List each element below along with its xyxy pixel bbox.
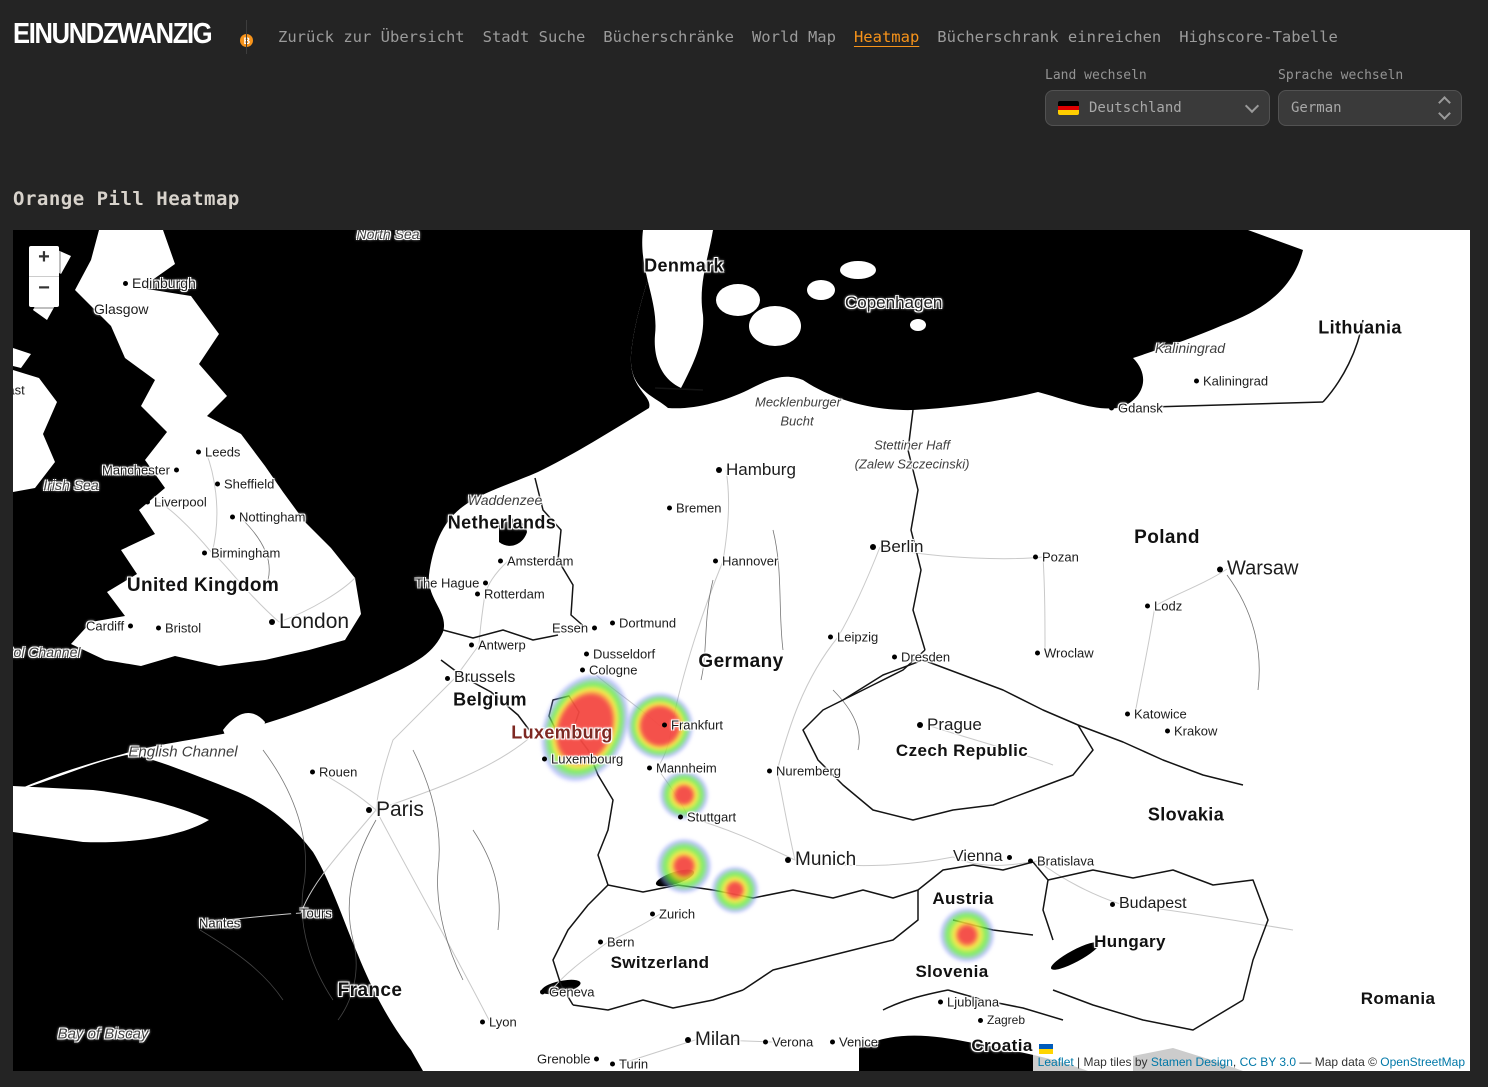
language-select-label: Sprache wechseln bbox=[1278, 68, 1403, 83]
map-base-tiles bbox=[13, 230, 1470, 1071]
nav-item-0[interactable]: Zurück zur Übersicht bbox=[278, 28, 465, 46]
map-attribution: Leaflet | Map tiles by Stamen Design, CC… bbox=[1033, 1043, 1470, 1071]
zoom-in-button[interactable]: + bbox=[29, 246, 59, 277]
country-select-value: Deutschland bbox=[1089, 100, 1182, 116]
map-zoom-control: + − bbox=[27, 244, 61, 309]
country-select-label: Land wechseln bbox=[1045, 68, 1147, 83]
attribution-text: Leaflet | Map tiles by Stamen Design, CC… bbox=[1038, 1055, 1465, 1069]
page: { "header": { "logo": "EINUNDZWANZIG", "… bbox=[0, 0, 1488, 1087]
zoom-out-button[interactable]: − bbox=[29, 277, 59, 307]
app-logo-text: EINUNDZWANZIG bbox=[13, 20, 211, 49]
chevron-down-icon bbox=[1245, 99, 1259, 113]
nav-item-3[interactable]: World Map bbox=[752, 28, 836, 46]
nav-item-4[interactable]: Heatmap bbox=[854, 28, 919, 46]
app-logo[interactable]: EINUNDZWANZIG B bbox=[13, 20, 253, 49]
chevron-updown-icon bbox=[1440, 95, 1449, 121]
attribution-link[interactable]: Stamen Design bbox=[1151, 1055, 1233, 1069]
german-flag-icon bbox=[1058, 101, 1079, 115]
country-select[interactable]: Deutschland bbox=[1045, 90, 1270, 126]
nav-item-1[interactable]: Stadt Suche bbox=[483, 28, 586, 46]
nav-item-2[interactable]: Bücherschränke bbox=[603, 28, 734, 46]
nav-item-6[interactable]: Highscore-Tabelle bbox=[1179, 28, 1338, 46]
ukraine-flag-icon bbox=[1039, 1044, 1053, 1054]
main-nav: Zurück zur Übersicht Stadt Suche Büchersch… bbox=[278, 28, 1338, 46]
attribution-link[interactable]: Leaflet bbox=[1038, 1055, 1074, 1069]
heatmap-canvas[interactable]: United KingdomNetherlandsBelgiumGermanyD… bbox=[13, 230, 1470, 1071]
nav-divider bbox=[246, 20, 247, 54]
nav-item-5[interactable]: Bücherschrank einreichen bbox=[937, 28, 1161, 46]
attribution-link[interactable]: OpenStreetMap bbox=[1380, 1055, 1465, 1069]
language-select-value: German bbox=[1291, 100, 1342, 116]
attribution-link[interactable]: CC BY 3.0 bbox=[1240, 1055, 1296, 1069]
page-title: Orange Pill Heatmap bbox=[13, 188, 240, 210]
language-select[interactable]: German bbox=[1278, 90, 1462, 126]
